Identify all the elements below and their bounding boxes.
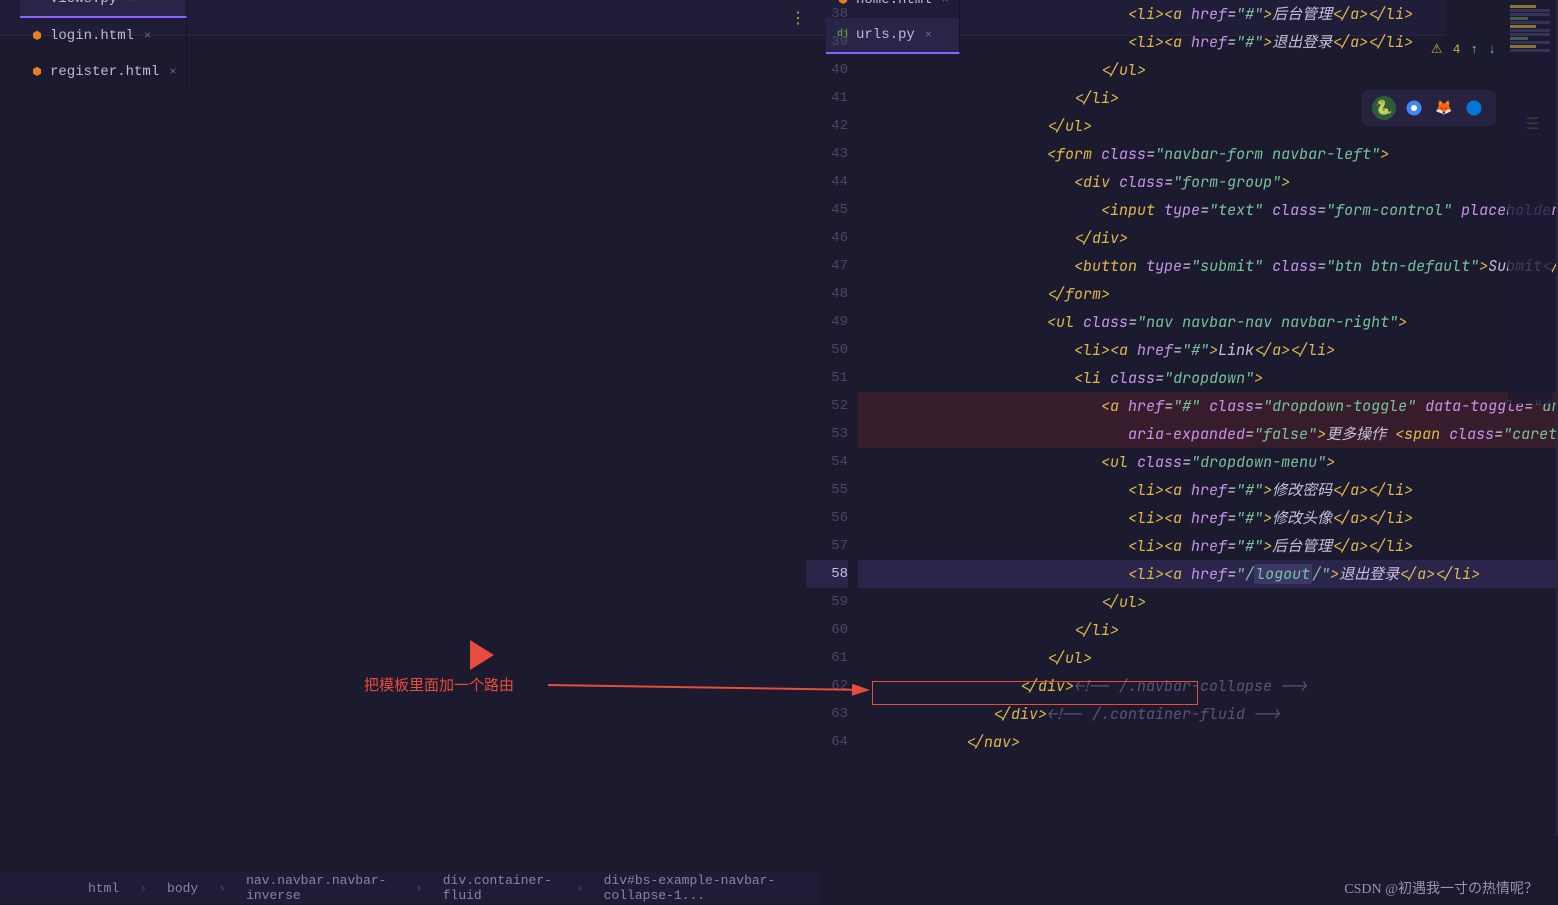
- line-number[interactable]: 55: [806, 476, 848, 504]
- tab-label: login.html: [50, 28, 134, 44]
- line-number[interactable]: 38: [806, 0, 848, 28]
- floating-toolbar: 🐍 🦊: [1362, 90, 1496, 126]
- tab-bar-left: ⬢home.html×●views.py×⬢login.html×⬢regist…: [0, 0, 806, 36]
- line-number[interactable]: 39: [806, 28, 848, 56]
- chrome-icon[interactable]: [1402, 96, 1426, 120]
- code-line[interactable]: aria-expanded="false">更多操作 <span class="…: [858, 420, 1558, 448]
- code-line[interactable]: <div class="form-group">: [858, 168, 1558, 196]
- line-number[interactable]: 46: [806, 224, 848, 252]
- line-number[interactable]: 54: [806, 448, 848, 476]
- breadcrumb-item[interactable]: html: [80, 879, 127, 898]
- code-line[interactable]: </div>: [858, 224, 1558, 252]
- tab-label: views.py: [50, 0, 117, 7]
- edge-icon[interactable]: [1462, 96, 1486, 120]
- breadcrumb-item[interactable]: div.container-fluid: [435, 871, 564, 905]
- tab-login-html[interactable]: ⬢ login.html ×: [20, 18, 187, 54]
- close-icon[interactable]: ×: [127, 0, 134, 6]
- html-icon: ⬢: [30, 65, 44, 79]
- code-line[interactable]: <li><a href="#">退出登录</a></li>: [858, 28, 1558, 56]
- code-line[interactable]: <button type="submit" class="btn btn-def…: [858, 252, 1558, 280]
- line-number[interactable]: 52: [806, 392, 848, 420]
- line-number[interactable]: 61: [806, 644, 848, 672]
- close-icon[interactable]: ×: [144, 29, 151, 43]
- code-line[interactable]: </form>: [858, 280, 1558, 308]
- code-line[interactable]: </ul>: [858, 588, 1558, 616]
- close-icon[interactable]: ×: [169, 65, 176, 79]
- code-line[interactable]: <ul class="dropdown-menu">: [858, 448, 1558, 476]
- line-number[interactable]: 44: [806, 168, 848, 196]
- line-number[interactable]: 45: [806, 196, 848, 224]
- line-number[interactable]: 40: [806, 56, 848, 84]
- line-number[interactable]: 63: [806, 700, 848, 728]
- pycharm-icon[interactable]: 🐍: [1372, 96, 1396, 120]
- code-line[interactable]: <li><a href="#">Link</a></li>: [858, 336, 1558, 364]
- line-number[interactable]: 51: [806, 364, 848, 392]
- line-number[interactable]: 43: [806, 140, 848, 168]
- line-number[interactable]: 42: [806, 112, 848, 140]
- line-number[interactable]: 50: [806, 336, 848, 364]
- annotation-text: 把模板里面加一个路由: [364, 674, 514, 695]
- code-line[interactable]: <input type="text" class="form-control" …: [858, 196, 1558, 224]
- code-line[interactable]: <li><a href="#">后台管理</a></li>: [858, 532, 1558, 560]
- code-line[interactable]: <li><a href="#">修改头像</a></li>: [858, 504, 1558, 532]
- breadcrumb-item[interactable]: div#bs-example-navbar-collapse-1...: [596, 871, 820, 905]
- code-line[interactable]: <ul class="nav navbar-nav navbar-right">: [858, 308, 1558, 336]
- firefox-icon[interactable]: 🦊: [1432, 96, 1456, 120]
- line-number[interactable]: 53: [806, 420, 848, 448]
- breadcrumb-bar[interactable]: html›body›nav.navbar.navbar-inverse›div.…: [0, 872, 820, 904]
- code-line[interactable]: <li><a href="/logout/">退出登录</a></li>: [858, 560, 1558, 588]
- minimap[interactable]: [1508, 4, 1552, 404]
- line-number[interactable]: 60: [806, 616, 848, 644]
- tab-label: register.html: [50, 64, 159, 80]
- line-number[interactable]: 41: [806, 84, 848, 112]
- breadcrumb-item[interactable]: nav.navbar.navbar-inverse: [238, 871, 403, 905]
- line-number[interactable]: 62: [806, 672, 848, 700]
- line-number[interactable]: 48: [806, 280, 848, 308]
- code-line[interactable]: <li><a href="#">修改密码</a></li>: [858, 476, 1558, 504]
- highlight-box: [872, 681, 1198, 705]
- tab-register-html[interactable]: ⬢ register.html ×: [20, 54, 187, 90]
- html-icon: ⬢: [30, 29, 44, 43]
- line-number[interactable]: 57: [806, 532, 848, 560]
- editor-pane-left: ⚠4 ↑ ↓ ☰ 🐍 🦊 383940414243444546474849505…: [806, 0, 1558, 836]
- code-line[interactable]: <li><a href="#">后台管理</a></li>: [858, 0, 1558, 28]
- line-number[interactable]: 49: [806, 308, 848, 336]
- line-number[interactable]: 59: [806, 588, 848, 616]
- watermark: CSDN @初遇我⼀寸の热情呢？: [1344, 878, 1538, 898]
- code-line[interactable]: <form class="navbar-form navbar-left">: [858, 140, 1558, 168]
- code-line[interactable]: </ul>: [858, 56, 1558, 84]
- line-number[interactable]: 47: [806, 252, 848, 280]
- code-line[interactable]: </li>: [858, 616, 1558, 644]
- line-number[interactable]: 58: [806, 560, 848, 588]
- line-number[interactable]: 56: [806, 504, 848, 532]
- code-line[interactable]: <a href="#" class="dropdown-toggle" data…: [858, 392, 1558, 420]
- python-icon: ●: [30, 0, 44, 6]
- code-line[interactable]: </nav>: [858, 728, 1558, 756]
- more-icon[interactable]: ⋮: [790, 8, 806, 28]
- code-line[interactable]: <li class="dropdown">: [858, 364, 1558, 392]
- breadcrumb-item[interactable]: body: [159, 879, 206, 898]
- code-line[interactable]: </ul>: [858, 644, 1558, 672]
- line-number[interactable]: 64: [806, 728, 848, 756]
- tab-views-py[interactable]: ● views.py ×: [20, 0, 187, 18]
